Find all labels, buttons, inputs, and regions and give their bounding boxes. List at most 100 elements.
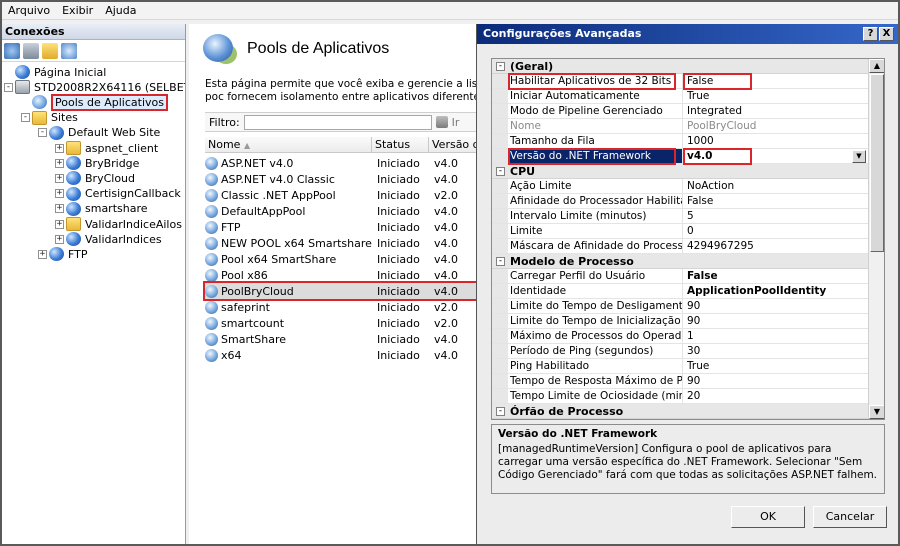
property-value[interactable]: 30 xyxy=(683,344,870,358)
tree-node[interactable]: + BryBridge xyxy=(55,155,139,171)
property-row[interactable]: Identidade ApplicationPoolIdentity xyxy=(492,284,870,299)
property-row[interactable]: Tempo de Resposta Máximo de Ping (90 xyxy=(492,374,870,389)
property-grid-scrollbar[interactable]: ▲ ▼ xyxy=(868,59,884,419)
property-value[interactable]: False xyxy=(683,269,870,283)
go-button[interactable]: Ir xyxy=(452,116,460,129)
tree-node[interactable]: + ValidarIndiceAilos xyxy=(55,216,182,232)
collapse-icon[interactable]: - xyxy=(496,256,505,266)
expand-icon[interactable]: + xyxy=(55,204,64,214)
property-value[interactable]: ApplicationPoolIdentity xyxy=(683,284,870,298)
connect-icon[interactable] xyxy=(4,42,20,59)
tree-node[interactable]: + smartshare xyxy=(55,201,148,217)
property-row[interactable]: Iniciar Automaticamente True xyxy=(492,89,870,104)
filter-input[interactable] xyxy=(243,114,432,130)
help-button[interactable]: ? xyxy=(863,27,878,41)
property-value[interactable]: 1000 xyxy=(683,134,870,148)
close-button[interactable]: X xyxy=(879,27,894,41)
tree-node[interactable]: + BryCloud xyxy=(55,170,135,186)
tree-node[interactable]: Pools de Aplicativos xyxy=(21,93,168,111)
table-row[interactable]: safeprint Iniciado v2.0 xyxy=(205,299,476,315)
go-icon[interactable] xyxy=(435,116,448,128)
tree-node[interactable]: + CertisignCallback xyxy=(55,186,181,202)
collapse-icon[interactable]: - xyxy=(496,166,505,176)
property-row[interactable]: Limite do Tempo de Inicialização (segu90 xyxy=(492,314,870,329)
table-row[interactable]: DefaultAppPool Iniciado v4.0 xyxy=(205,203,476,219)
property-row[interactable]: Tempo Limite de Ociosidade (minutos)20 xyxy=(492,389,870,404)
table-row[interactable]: ASP.NET v4.0 Iniciado v4.0 xyxy=(205,155,476,171)
property-row[interactable]: Afinidade do Processador Habilitada False xyxy=(492,194,870,209)
column-status-header[interactable]: Status xyxy=(372,137,429,152)
collapse-icon[interactable]: - xyxy=(21,113,30,123)
property-value[interactable]: True xyxy=(683,89,870,103)
property-row[interactable]: Ação Limite NoAction xyxy=(492,179,870,194)
property-value[interactable]: Integrated xyxy=(683,104,870,118)
expand-icon[interactable]: + xyxy=(55,219,64,229)
property-value[interactable]: True xyxy=(683,359,870,373)
dropdown-arrow-icon[interactable]: ▼ xyxy=(852,150,866,163)
table-row[interactable]: NEW POOL x64 Smartshare Iniciado v4.0 xyxy=(205,235,476,251)
property-row[interactable]: Ping Habilitado True xyxy=(492,359,870,374)
collapse-icon[interactable]: - xyxy=(4,82,13,92)
property-row[interactable]: Versão do .NET Framework v4.0 xyxy=(492,149,870,164)
property-row[interactable]: Limite do Tempo de Desligamento (seg90 xyxy=(492,299,870,314)
scroll-down-icon[interactable]: ▼ xyxy=(869,405,884,419)
expand-icon[interactable]: + xyxy=(55,189,64,199)
property-value[interactable]: 5 xyxy=(683,209,870,223)
expand-icon[interactable]: + xyxy=(55,158,64,168)
property-value[interactable]: NoAction xyxy=(683,179,870,193)
tree-node[interactable]: + aspnet_client xyxy=(55,140,158,156)
table-row[interactable]: Classic .NET AppPool Iniciado v2.0 xyxy=(205,187,476,203)
menu-item-2[interactable]: Ajuda xyxy=(99,2,142,17)
scroll-thumb[interactable] xyxy=(870,74,884,252)
property-category[interactable]: - Modelo de Processo xyxy=(492,254,870,269)
property-row[interactable]: Tamanho da Fila 1000 xyxy=(492,134,870,149)
column-name-header[interactable]: Nome ▲ xyxy=(205,137,372,152)
table-row[interactable]: Pool x86 Iniciado v4.0 xyxy=(205,267,476,283)
table-row[interactable]: smartcount Iniciado v2.0 xyxy=(205,315,476,331)
property-row[interactable]: Nome PoolBryCloud xyxy=(492,119,870,134)
property-row[interactable]: Máscara de Afinidade do Processador42949… xyxy=(492,239,870,254)
property-value[interactable]: 4294967295 xyxy=(683,239,870,253)
property-value[interactable]: 1 xyxy=(683,329,870,343)
collapse-icon[interactable]: - xyxy=(38,128,47,138)
table-row[interactable]: x64 Iniciado v4.0 xyxy=(205,347,476,363)
property-row[interactable]: Habilitar Aplicativos de 32 Bits False xyxy=(492,74,870,89)
scroll-up-icon[interactable]: ▲ xyxy=(869,59,884,73)
property-value[interactable]: v4.0 xyxy=(683,149,870,163)
column-version-header[interactable]: Versão do xyxy=(429,137,476,152)
property-value[interactable]: PoolBryCloud xyxy=(683,119,870,133)
tree-node[interactable]: + ValidarIndices xyxy=(55,231,162,247)
property-value[interactable]: 90 xyxy=(683,314,870,328)
property-row[interactable]: Intervalo Limite (minutos) 5 xyxy=(492,209,870,224)
property-row[interactable]: Máximo de Processos do Operador 1 xyxy=(492,329,870,344)
property-value[interactable]: False xyxy=(683,194,870,208)
refresh-connection-icon[interactable] xyxy=(61,42,77,59)
collapse-icon[interactable]: - xyxy=(496,406,505,416)
expand-icon[interactable]: + xyxy=(55,143,64,153)
property-value[interactable]: 20 xyxy=(683,389,870,403)
property-value[interactable]: 90 xyxy=(683,299,870,313)
tree-node[interactable]: + FTP xyxy=(38,246,88,262)
menu-item-0[interactable]: Arquivo xyxy=(2,2,56,17)
expand-icon[interactable]: + xyxy=(55,234,64,244)
property-row[interactable]: Período de Ping (segundos) 30 xyxy=(492,344,870,359)
table-row[interactable]: PoolBryCloud Iniciado v4.0 xyxy=(203,281,476,301)
table-row[interactable]: FTP Iniciado v4.0 xyxy=(205,219,476,235)
tree-node[interactable]: - Sites xyxy=(21,110,78,126)
property-value[interactable]: 90 xyxy=(683,374,870,388)
property-row[interactable]: Modo de Pipeline Gerenciado Integrated xyxy=(492,104,870,119)
collapse-icon[interactable]: - xyxy=(496,61,505,71)
ok-button[interactable]: OK xyxy=(731,506,805,528)
property-value[interactable]: False xyxy=(683,74,870,88)
property-category[interactable]: - Órfão de Processo xyxy=(492,404,870,419)
save-icon[interactable] xyxy=(23,42,39,59)
cancel-button[interactable]: Cancelar xyxy=(813,506,887,528)
table-row[interactable]: SmartShare Iniciado v4.0 xyxy=(205,331,476,347)
table-row[interactable]: ASP.NET v4.0 Classic Iniciado v4.0 xyxy=(205,171,476,187)
tree-node[interactable]: - Default Web Site xyxy=(38,125,160,141)
property-category[interactable]: - CPU xyxy=(492,164,870,179)
property-row[interactable]: Limite 0 xyxy=(492,224,870,239)
expand-icon[interactable]: + xyxy=(38,249,47,259)
table-row[interactable]: Pool x64 SmartShare Iniciado v4.0 xyxy=(205,251,476,267)
expand-icon[interactable]: + xyxy=(55,173,64,183)
